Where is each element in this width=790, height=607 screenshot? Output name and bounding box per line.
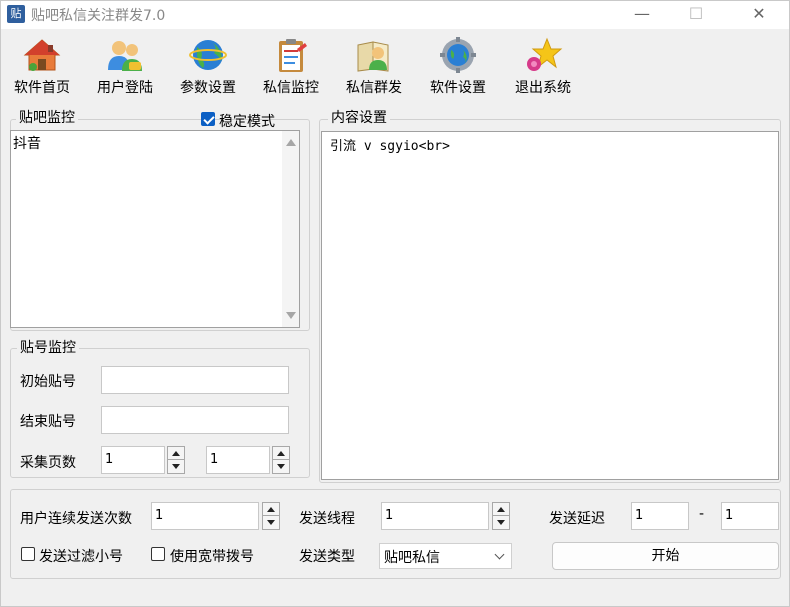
globe-icon bbox=[188, 37, 228, 73]
toolbar-exit-label: 退出系统 bbox=[515, 80, 571, 96]
window-title: 贴吧私信关注群发7.0 bbox=[31, 8, 166, 24]
toolbar-exit-button[interactable]: 退出系统 bbox=[504, 37, 582, 97]
spin-up-icon[interactable] bbox=[273, 447, 289, 460]
toolbar-mass-label: 私信群发 bbox=[346, 80, 402, 96]
toolbar-login-button[interactable]: 用户登陆 bbox=[86, 37, 164, 97]
pages-from-spinner[interactable] bbox=[167, 446, 185, 474]
filter-small-account-label: 发送过滤小号 bbox=[39, 549, 123, 565]
pages-to-input[interactable]: 1 bbox=[206, 446, 270, 474]
post-monitor-legend: 贴号监控 bbox=[17, 340, 79, 356]
pages-to-spinner[interactable] bbox=[272, 446, 290, 474]
toolbar-home-button[interactable]: 软件首页 bbox=[3, 37, 81, 97]
minimize-button[interactable]: — bbox=[619, 1, 665, 29]
toolbar-monitor-button[interactable]: 私信监控 bbox=[252, 37, 330, 97]
spin-down-icon[interactable] bbox=[493, 516, 509, 529]
toolbar-settings-label: 软件设置 bbox=[430, 80, 486, 96]
spin-up-icon[interactable] bbox=[493, 503, 509, 516]
toolbar-mass-button[interactable]: 私信群发 bbox=[335, 37, 413, 97]
threads-spinner[interactable] bbox=[492, 502, 510, 530]
book-person-icon bbox=[354, 37, 394, 73]
delay-label: 发送延迟 bbox=[549, 511, 605, 527]
start-button[interactable]: 开始 bbox=[552, 542, 779, 570]
start-post-label: 初始贴号 bbox=[20, 374, 76, 390]
toolbar: 软件首页 用户登陆 参数设置 私信监控 私信群发 软件设置 退出系统 bbox=[1, 31, 789, 99]
close-button[interactable]: ✕ bbox=[736, 1, 782, 29]
end-post-label: 结束贴号 bbox=[20, 414, 76, 430]
tieba-keyword-textarea[interactable]: 抖音 bbox=[10, 130, 300, 328]
spin-down-icon[interactable] bbox=[273, 460, 289, 473]
spin-down-icon[interactable] bbox=[168, 460, 184, 473]
stable-mode-checkbox[interactable] bbox=[201, 112, 215, 126]
send-type-select[interactable]: 贴吧私信 bbox=[379, 543, 512, 569]
consecutive-label: 用户连续发送次数 bbox=[20, 511, 132, 527]
delay-separator: - bbox=[699, 506, 705, 522]
tieba-keyword-text: 抖音 bbox=[13, 136, 41, 152]
scroll-up-arrow-icon[interactable] bbox=[286, 139, 296, 146]
toolbar-login-label: 用户登陆 bbox=[97, 80, 153, 96]
threads-label: 发送线程 bbox=[299, 511, 355, 527]
consecutive-spinner[interactable] bbox=[262, 502, 280, 530]
tieba-monitor-legend: 贴吧监控 bbox=[16, 110, 78, 126]
content-textarea[interactable]: 引流 v sgyio<br> bbox=[321, 131, 779, 480]
tieba-scrollbar[interactable] bbox=[282, 131, 299, 327]
content-text: 引流 v sgyio<br> bbox=[330, 139, 450, 154]
start-post-input[interactable] bbox=[101, 366, 289, 394]
star-icon bbox=[523, 37, 563, 73]
maximize-button[interactable]: ☐ bbox=[673, 1, 719, 29]
send-type-value: 贴吧私信 bbox=[384, 550, 440, 566]
delay-from-input[interactable]: 1 bbox=[631, 502, 689, 530]
toolbar-params-label: 参数设置 bbox=[180, 80, 236, 96]
filter-small-account-checkbox[interactable] bbox=[21, 547, 35, 561]
end-post-input[interactable] bbox=[101, 406, 289, 434]
clipboard-icon bbox=[271, 37, 311, 73]
content-settings-legend: 内容设置 bbox=[328, 110, 390, 126]
spin-up-icon[interactable] bbox=[168, 447, 184, 460]
spin-up-icon[interactable] bbox=[263, 503, 279, 516]
scroll-down-arrow-icon[interactable] bbox=[286, 312, 296, 319]
pages-from-input[interactable]: 1 bbox=[101, 446, 165, 474]
broadband-dial-checkbox[interactable] bbox=[151, 547, 165, 561]
delay-to-input[interactable]: 1 bbox=[721, 502, 779, 530]
toolbar-settings-button[interactable]: 软件设置 bbox=[419, 37, 497, 97]
consecutive-input[interactable]: 1 bbox=[151, 502, 259, 530]
app-icon: 贴 bbox=[7, 5, 25, 23]
spin-down-icon[interactable] bbox=[263, 516, 279, 529]
gear-globe-icon bbox=[438, 37, 478, 73]
toolbar-home-label: 软件首页 bbox=[14, 80, 70, 96]
toolbar-monitor-label: 私信监控 bbox=[263, 80, 319, 96]
send-type-label: 发送类型 bbox=[299, 549, 355, 565]
app-window: 贴 贴吧私信关注群发7.0 — ☐ ✕ 软件首页 用户登陆 参数设置 私信监控 … bbox=[0, 0, 790, 607]
users-icon bbox=[105, 37, 145, 73]
toolbar-params-button[interactable]: 参数设置 bbox=[169, 37, 247, 97]
house-icon bbox=[22, 37, 62, 73]
chevron-down-icon bbox=[494, 549, 505, 560]
broadband-dial-label: 使用宽带拨号 bbox=[170, 549, 254, 565]
pages-label: 采集页数 bbox=[20, 455, 76, 471]
threads-input[interactable]: 1 bbox=[381, 502, 489, 530]
title-bar: 贴 贴吧私信关注群发7.0 — ☐ ✕ bbox=[1, 1, 789, 29]
stable-mode-label: 稳定模式 bbox=[219, 114, 275, 130]
